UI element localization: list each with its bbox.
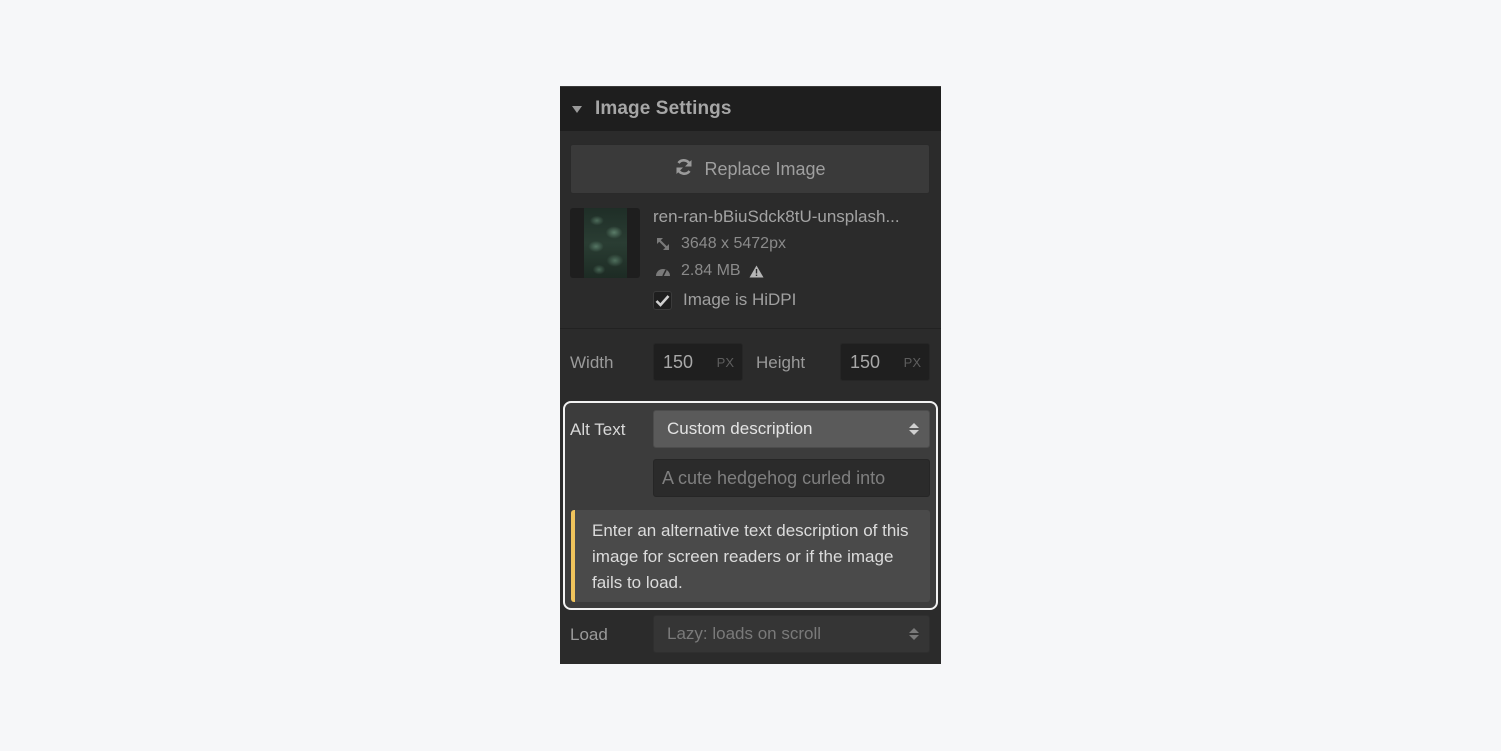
alt-text-label: Alt Text bbox=[570, 420, 626, 439]
caret-down-icon[interactable] bbox=[572, 105, 582, 113]
width-input[interactable]: 150 PX bbox=[653, 343, 743, 381]
replace-image-label: Replace Image bbox=[704, 158, 826, 179]
load-label: Load bbox=[570, 625, 608, 644]
alt-text-select[interactable]: Custom description bbox=[653, 410, 930, 448]
hidpi-checkbox[interactable] bbox=[653, 290, 672, 310]
refresh-icon bbox=[674, 157, 704, 182]
width-value: 150 bbox=[663, 351, 694, 372]
section-divider bbox=[560, 328, 941, 329]
warning-triangle-icon[interactable] bbox=[749, 265, 764, 278]
resize-icon bbox=[653, 237, 673, 251]
leaves-thumbnail-image bbox=[584, 208, 627, 278]
alt-text-input[interactable]: A cute hedgehog curled into bbox=[653, 459, 930, 497]
hidpi-label: Image is HiDPI bbox=[683, 290, 797, 309]
width-unit[interactable]: PX bbox=[717, 355, 734, 370]
checkmark-icon bbox=[655, 294, 670, 307]
file-size: 2.84 MB bbox=[681, 262, 741, 279]
height-input[interactable]: 150 PX bbox=[840, 343, 930, 381]
panel-header[interactable]: Image Settings bbox=[560, 87, 941, 131]
alt-text-hint: Enter an alternative text description of… bbox=[571, 510, 930, 602]
image-thumbnail[interactable] bbox=[570, 208, 640, 278]
file-size-row: 2.84 MB bbox=[653, 262, 764, 280]
height-value: 150 bbox=[850, 351, 881, 372]
alt-text-section: Alt Text Custom description A cute hedge… bbox=[563, 401, 938, 610]
load-selected-option: Lazy: loads on scroll bbox=[667, 624, 822, 643]
image-dimensions-row: 3648 x 5472px bbox=[653, 235, 786, 253]
hidpi-checkbox-row[interactable]: Image is HiDPI bbox=[653, 290, 796, 310]
panel-title: Image Settings bbox=[595, 98, 732, 119]
load-select[interactable]: Lazy: loads on scroll bbox=[653, 615, 930, 653]
image-settings-panel: Image Settings Replace Image ren-ran-bBi… bbox=[560, 86, 941, 664]
height-unit[interactable]: PX bbox=[904, 355, 921, 370]
height-label: Height bbox=[756, 353, 806, 372]
width-label: Width bbox=[570, 353, 614, 372]
alt-text-selected-option: Custom description bbox=[667, 419, 813, 438]
file-name: ren-ran-bBiuSdck8tU-unsplash... bbox=[653, 207, 900, 226]
gauge-icon bbox=[653, 265, 673, 277]
image-dimensions: 3648 x 5472px bbox=[681, 235, 786, 252]
replace-image-button[interactable]: Replace Image bbox=[570, 144, 930, 194]
select-arrows-icon bbox=[909, 423, 919, 435]
select-arrows-icon bbox=[909, 628, 919, 640]
